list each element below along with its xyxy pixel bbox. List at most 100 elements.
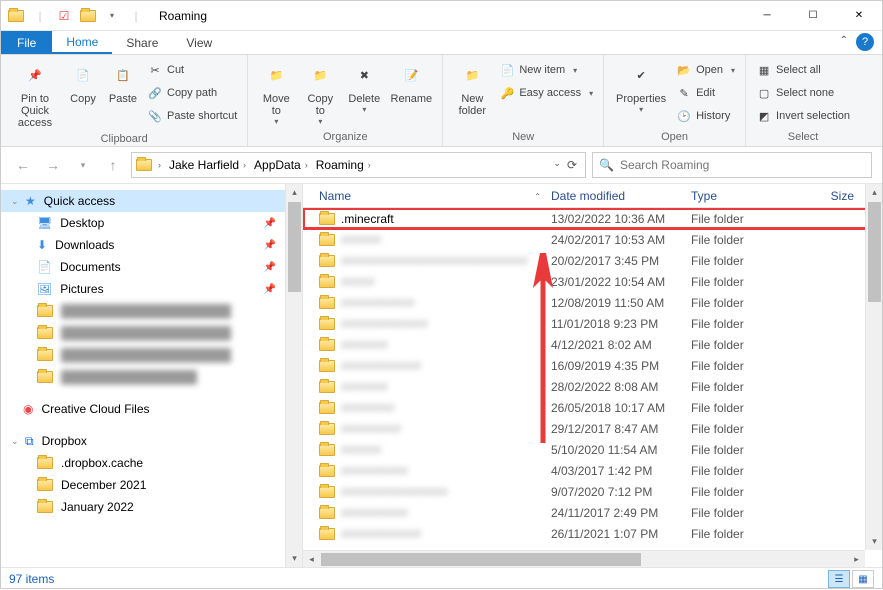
invert-selection-button[interactable]: ◩Invert selection (752, 105, 854, 127)
sidebar-item-blurred[interactable]: ████████████████ (1, 366, 302, 388)
file-row[interactable]: #############11/01/2018 9:23 PMFile fold… (303, 313, 882, 334)
rename-button[interactable]: 📝Rename (386, 57, 436, 107)
column-date[interactable]: Date modified (551, 189, 691, 203)
forward-button[interactable]: → (41, 153, 65, 177)
delete-button[interactable]: ✖Delete▾ (342, 57, 386, 116)
open-button[interactable]: 📂Open▾ (672, 59, 739, 81)
select-none-button[interactable]: ▢Select none (752, 82, 854, 104)
column-type[interactable]: Type (691, 189, 789, 203)
help-icon[interactable]: ? (856, 33, 874, 51)
tab-view[interactable]: View (172, 31, 226, 54)
back-button[interactable]: ← (11, 153, 35, 177)
move-to-button[interactable]: 📁Move to▾ (254, 57, 298, 128)
qat-dropdown-icon[interactable]: ▾ (101, 5, 123, 27)
star-icon: ★ (25, 194, 36, 208)
file-row[interactable]: #######28/02/2022 8:08 AMFile folder (303, 376, 882, 397)
addr-folder-icon (136, 159, 152, 171)
sidebar-quick-access[interactable]: ⌄★Quick access (1, 190, 302, 212)
tab-home[interactable]: Home (52, 31, 112, 54)
copy-path-button[interactable]: 🔗Copy path (143, 82, 241, 104)
file-row[interactable]: ############################20/02/2017 3… (303, 250, 882, 271)
sidebar-scrollbar[interactable]: ▴ ▾ (285, 184, 302, 567)
select-all-button[interactable]: ▦Select all (752, 59, 854, 81)
horizontal-scrollbar[interactable]: ◂ ▸ (303, 550, 865, 567)
sidebar-item-january[interactable]: January 2022 (1, 496, 302, 518)
breadcrumb-item[interactable]: Jake Harfield› (167, 158, 248, 172)
file-row[interactable]: ################9/07/2020 7:12 PMFile fo… (303, 481, 882, 502)
file-row[interactable]: ########26/05/2018 10:17 AMFile folder (303, 397, 882, 418)
cut-button[interactable]: ✂Cut (143, 59, 241, 81)
breadcrumb-sep[interactable]: › (156, 160, 163, 170)
scroll-down-icon[interactable]: ▾ (866, 533, 883, 550)
qat-newfolder-icon[interactable] (77, 5, 99, 27)
thumbnails-view-button[interactable]: ▦ (852, 570, 874, 588)
copy-button[interactable]: 📄Copy (63, 57, 103, 107)
sidebar-item-documents[interactable]: 📄Documents📌 (1, 256, 302, 278)
qat-folder-icon[interactable] (5, 5, 27, 27)
easy-access-button[interactable]: 🔑Easy access▾ (495, 82, 597, 104)
addr-dropdown-icon[interactable]: ⌄ (553, 158, 561, 172)
scroll-down-icon[interactable]: ▾ (286, 550, 303, 567)
maximize-button[interactable]: ☐ (790, 1, 836, 31)
sidebar-creative-cloud[interactable]: ◉Creative Cloud Files (1, 398, 302, 420)
paste-shortcut-button[interactable]: 📎Paste shortcut (143, 105, 241, 127)
new-folder-button[interactable]: 📁New folder (449, 57, 495, 119)
copy-to-button[interactable]: 📁Copy to▾ (298, 57, 342, 128)
file-row[interactable]: ##########4/03/2017 1:42 PMFile folder (303, 460, 882, 481)
minimize-button[interactable]: ─ (744, 1, 790, 31)
file-row[interactable]: ######24/02/2017 10:53 AMFile folder (303, 229, 882, 250)
breadcrumb-item[interactable]: Roaming› (314, 158, 373, 172)
column-name[interactable]: Name⌃ (303, 189, 551, 203)
edit-button[interactable]: ✎Edit (672, 82, 739, 104)
close-button[interactable]: ✕ (836, 1, 882, 31)
pin-icon: 📌 (264, 262, 276, 273)
file-row[interactable]: ###########12/08/2019 11:50 AMFile folde… (303, 292, 882, 313)
sidebar-item-blurred[interactable]: ████████████████████ (1, 300, 302, 322)
collapse-ribbon-icon[interactable]: ⌃ (840, 35, 848, 46)
scroll-up-icon[interactable]: ▴ (866, 184, 883, 201)
sidebar-item-blurred[interactable]: ████████████████████ (1, 322, 302, 344)
scroll-right-icon[interactable]: ▸ (848, 551, 865, 568)
sidebar-item-desktop[interactable]: 🖥Desktop📌 (1, 212, 302, 234)
file-row[interactable]: #########29/12/2017 8:47 AMFile folder (303, 418, 882, 439)
qat-properties-icon[interactable]: ☑ (53, 5, 75, 27)
tab-file[interactable]: File (1, 31, 52, 54)
scroll-thumb[interactable] (868, 202, 881, 302)
scroll-up-icon[interactable]: ▴ (286, 184, 303, 201)
up-button[interactable]: ↑ (101, 153, 125, 177)
address-box[interactable]: › Jake Harfield› AppData› Roaming› ⌄ ⟳ (131, 152, 586, 178)
folder-icon (319, 528, 335, 540)
file-row[interactable]: #####23/01/2022 10:54 AMFile folder (303, 271, 882, 292)
sidebar-item-pictures[interactable]: 🖼Pictures📌 (1, 278, 302, 300)
sidebar-item-downloads[interactable]: ⬇Downloads📌 (1, 234, 302, 256)
recent-dropdown[interactable]: ▾ (71, 153, 95, 177)
paste-button[interactable]: 📋Paste (103, 57, 143, 107)
file-row[interactable]: ############26/11/2021 1:07 PMFile folde… (303, 523, 882, 544)
file-row[interactable]: .minecraft13/02/2022 10:36 AMFile folder (303, 208, 882, 229)
details-view-button[interactable]: ☰ (828, 570, 850, 588)
sidebar-dropbox[interactable]: ⌄⧉Dropbox (1, 430, 302, 452)
vertical-scrollbar[interactable]: ▴ ▾ (865, 184, 882, 550)
sidebar-item-blurred[interactable]: ████████████████████ (1, 344, 302, 366)
search-input[interactable] (620, 158, 865, 172)
properties-button[interactable]: ✔Properties▾ (610, 57, 672, 116)
pin-icon: 📌 (264, 240, 276, 251)
new-item-button[interactable]: 📄New item▾ (495, 59, 597, 81)
file-row[interactable]: #######4/12/2021 8:02 AMFile folder (303, 334, 882, 355)
edit-icon: ✎ (676, 85, 692, 101)
scroll-thumb[interactable] (288, 202, 301, 292)
sidebar-item-dropbox-cache[interactable]: .dropbox.cache (1, 452, 302, 474)
breadcrumb-item[interactable]: AppData› (252, 158, 310, 172)
sidebar-item-december[interactable]: December 2021 (1, 474, 302, 496)
scroll-thumb[interactable] (321, 553, 641, 566)
refresh-icon[interactable]: ⟳ (567, 158, 577, 172)
pin-quick-access-button[interactable]: 📌Pin to Quick access (7, 57, 63, 131)
scroll-left-icon[interactable]: ◂ (303, 551, 320, 568)
history-button[interactable]: 🕑History (672, 105, 739, 127)
tab-share[interactable]: Share (112, 31, 172, 54)
file-row[interactable]: ##########24/11/2017 2:49 PMFile folder (303, 502, 882, 523)
search-box[interactable]: 🔍 (592, 152, 872, 178)
folder-icon (319, 255, 335, 267)
file-row[interactable]: ############16/09/2019 4:35 PMFile folde… (303, 355, 882, 376)
file-row[interactable]: ######5/10/2020 11:54 AMFile folder (303, 439, 882, 460)
